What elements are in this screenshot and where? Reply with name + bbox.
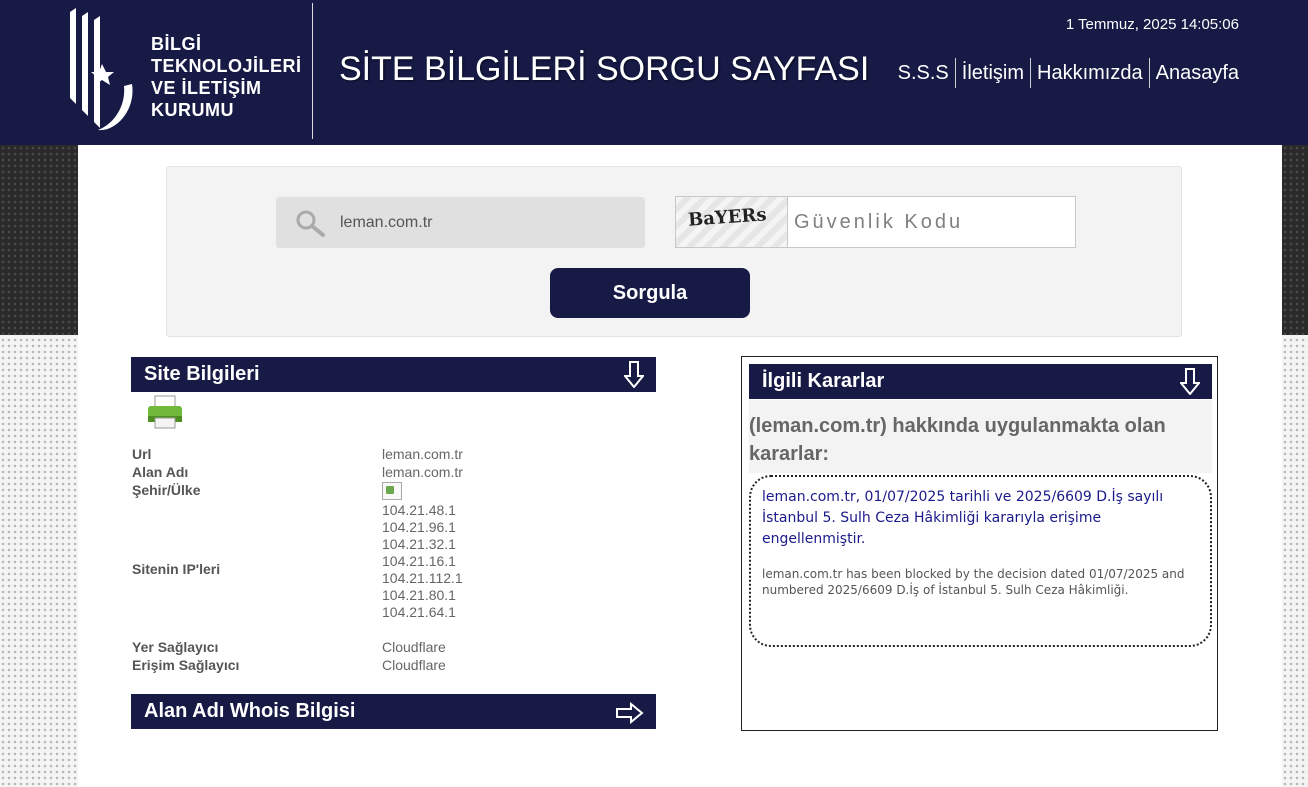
ip-address: 104.21.112.1	[382, 570, 463, 586]
domain-search-input[interactable]	[340, 197, 630, 248]
nav-link-iletisim[interactable]: İletişim	[954, 58, 1030, 88]
info-value: Cloudflare	[382, 639, 446, 655]
info-value: leman.com.tr	[382, 464, 463, 480]
info-value: leman.com.tr	[382, 446, 463, 462]
printer-icon[interactable]	[145, 394, 185, 430]
nav-link-hakkimizda[interactable]: Hakkımızda	[1030, 58, 1149, 88]
logo-line: KURUMU	[151, 100, 234, 120]
flag-image-broken	[382, 482, 402, 503]
decision-text-en: leman.com.tr has been blocked by the dec…	[762, 567, 1185, 597]
captcha-group: BaYERs	[675, 196, 1076, 248]
logo-text: BİLGİ TEKNOLOJİLERİ VE İLETİŞİM KURUMU	[151, 33, 302, 121]
info-label: Url	[132, 446, 152, 462]
logo-line: BİLGİ	[151, 34, 202, 54]
decisions-panel: İlgili Kararlar (leman.com.tr) hakkında …	[741, 356, 1218, 731]
decision-card: leman.com.tr, 01/07/2025 tarihli ve 2025…	[749, 475, 1212, 647]
header-divider	[312, 3, 313, 139]
arrow-down-icon[interactable]	[624, 361, 644, 388]
decisions-header[interactable]: İlgili Kararlar	[749, 364, 1212, 399]
info-label: Erişim Sağlayıcı	[132, 657, 240, 673]
info-label: Şehir/Ülke	[132, 482, 201, 498]
arrow-right-icon[interactable]	[616, 702, 644, 724]
captcha-input[interactable]	[794, 197, 1072, 247]
query-button[interactable]: Sorgula	[550, 268, 750, 318]
background-dark-right	[1282, 145, 1308, 335]
logo-line: TEKNOLOJİLERİ	[151, 56, 302, 76]
ip-address: 104.21.80.1	[382, 587, 456, 603]
decision-text-tr: leman.com.tr, 01/07/2025 tarihli ve 2025…	[762, 489, 1164, 547]
search-box	[276, 197, 645, 248]
datetime: 1 Temmuz, 2025 14:05:06	[1065, 16, 1239, 33]
background-dark-left	[0, 145, 78, 335]
page-title: SİTE BİLGİLERİ SORGU SAYFASI	[339, 50, 870, 88]
captcha-image: BaYERs	[676, 197, 788, 247]
nav-link-anasayfa[interactable]: Anasayfa	[1148, 58, 1239, 88]
decisions-heading: (leman.com.tr) hakkında uygulanmakta ola…	[749, 400, 1212, 473]
info-label: Yer Sağlayıcı	[132, 639, 219, 655]
search-panel: BaYERs Sorgula	[166, 166, 1182, 337]
ip-list: 104.21.48.1 104.21.96.1 104.21.32.1 104.…	[382, 502, 463, 621]
whois-title: Alan Adı Whois Bilgisi	[144, 700, 356, 722]
site-info-header[interactable]: Site Bilgileri	[131, 357, 656, 392]
info-value: Cloudflare	[382, 657, 446, 673]
header: BİLGİ TEKNOLOJİLERİ VE İLETİŞİM KURUMU S…	[0, 0, 1308, 145]
whois-header[interactable]: Alan Adı Whois Bilgisi	[131, 694, 656, 729]
ip-address: 104.21.32.1	[382, 536, 456, 552]
nav-link-sss[interactable]: S.S.S	[892, 58, 955, 88]
ip-address: 104.21.16.1	[382, 553, 456, 569]
captcha-text: BaYERs	[687, 204, 768, 231]
arrow-down-icon[interactable]	[1180, 368, 1200, 395]
search-icon	[296, 210, 325, 237]
info-label: Alan Adı	[132, 464, 189, 480]
btk-logo-icon[interactable]	[66, 6, 146, 134]
ip-address: 104.21.96.1	[382, 519, 456, 535]
decisions-title: İlgili Kararlar	[762, 370, 885, 392]
logo-line: VE İLETİŞİM	[151, 78, 262, 98]
top-nav: S.S.S İletişim Hakkımızda Anasayfa	[892, 58, 1239, 88]
site-info-title: Site Bilgileri	[144, 363, 260, 385]
ip-address: 104.21.48.1	[382, 502, 456, 518]
ip-address: 104.21.64.1	[382, 604, 456, 620]
info-label: Sitenin IP'leri	[132, 561, 221, 577]
